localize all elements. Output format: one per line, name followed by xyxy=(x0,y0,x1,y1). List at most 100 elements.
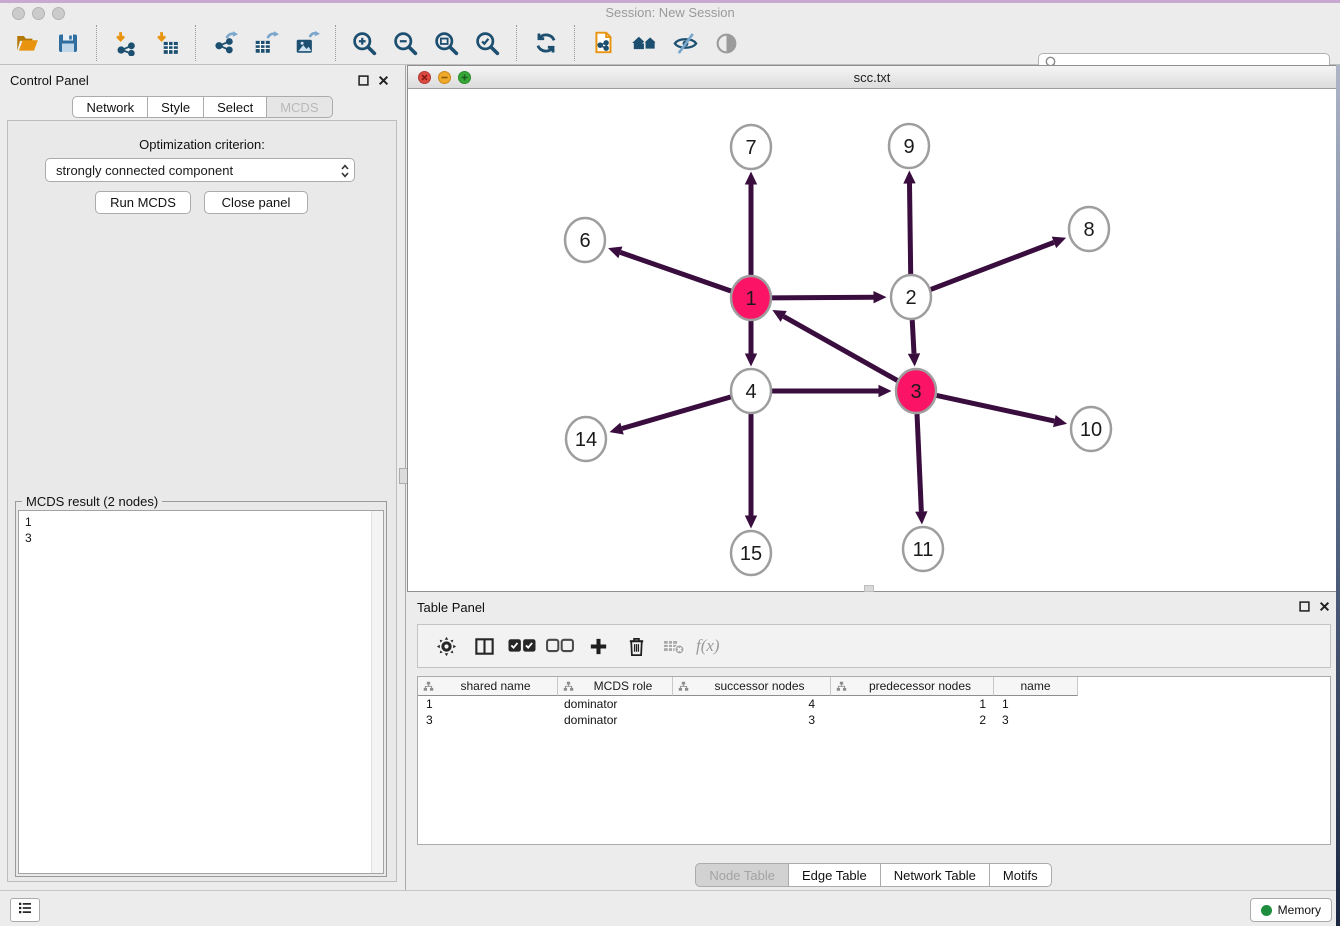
edge-3-1[interactable] xyxy=(772,310,898,381)
export-network-icon[interactable] xyxy=(206,24,243,62)
export-image-icon[interactable] xyxy=(288,24,325,62)
criterion-dropdown[interactable]: strongly connected component xyxy=(45,158,355,182)
edge-1-7[interactable] xyxy=(745,172,757,278)
main-toolbar xyxy=(0,22,1340,65)
graph-node-14[interactable]: 14 xyxy=(566,417,606,461)
close-panel-icon[interactable] xyxy=(377,74,389,86)
open-session-icon[interactable] xyxy=(8,24,45,62)
edge-2-3[interactable] xyxy=(908,317,920,366)
tab-mcds[interactable]: MCDS xyxy=(266,96,332,118)
zoom-out-icon[interactable] xyxy=(387,24,424,62)
hide-graphics-details-icon[interactable] xyxy=(667,24,704,62)
result-scrollbar[interactable] xyxy=(371,511,383,873)
table-cell[interactable]: 1 xyxy=(418,697,558,711)
graph-node-9[interactable]: 9 xyxy=(889,124,929,168)
edge-1-2[interactable] xyxy=(771,291,886,303)
deselect-all-columns-icon[interactable] xyxy=(542,628,578,664)
select-all-columns-icon[interactable] xyxy=(504,628,540,664)
column-header-shared-name[interactable]: shared name xyxy=(418,677,558,696)
table-cell[interactable]: 1 xyxy=(994,697,1078,711)
node-table[interactable]: shared nameMCDS role successor nodes prede… xyxy=(417,676,1331,845)
edge-2-8[interactable] xyxy=(930,237,1066,290)
network-window-titlebar[interactable]: scc.txt xyxy=(408,66,1336,89)
delete-column-icon[interactable] xyxy=(618,628,654,664)
graph-node-6[interactable]: 6 xyxy=(565,218,605,262)
edge-3-11[interactable] xyxy=(915,411,927,524)
import-network-icon[interactable] xyxy=(107,24,144,62)
duplicate-network-icon[interactable] xyxy=(585,24,622,62)
edge-1-6[interactable] xyxy=(608,247,732,292)
column-label: predecessor nodes xyxy=(847,679,993,693)
splitter-handle[interactable] xyxy=(864,585,874,592)
toolbar-separator xyxy=(195,25,196,61)
zoom-selected-icon[interactable] xyxy=(469,24,506,62)
column-header-name[interactable]: name xyxy=(994,677,1078,696)
home-icon[interactable] xyxy=(626,24,663,62)
edge-4-3[interactable] xyxy=(772,385,892,397)
edge-1-4[interactable] xyxy=(745,319,757,367)
graph-node-11[interactable]: 11 xyxy=(903,527,943,571)
close-table-panel-icon[interactable] xyxy=(1318,600,1330,612)
column-header-mcds-role[interactable]: MCDS role xyxy=(558,677,673,696)
control-panel-title: Control Panel xyxy=(10,73,89,88)
table-cell[interactable]: 3 xyxy=(994,713,1078,727)
graph-node-1[interactable]: 1 xyxy=(731,276,771,320)
edge-3-10[interactable] xyxy=(936,395,1067,427)
mcds-result-lines: 1 3 xyxy=(19,511,383,546)
column-label: successor nodes xyxy=(689,679,830,693)
node-label: 15 xyxy=(740,543,762,565)
graph-node-7[interactable]: 7 xyxy=(731,125,771,169)
network-graph[interactable]: 7 9 6 8 1 2 4 3 14 10 15 11 xyxy=(408,89,1336,592)
edge-2-9[interactable] xyxy=(903,170,915,276)
zoom-in-icon[interactable] xyxy=(346,24,383,62)
table-cell[interactable]: 3 xyxy=(673,713,831,727)
task-history-button[interactable] xyxy=(10,898,40,922)
tab-network-table[interactable]: Network Table xyxy=(880,863,990,887)
import-table-icon[interactable] xyxy=(148,24,185,62)
graph-node-4[interactable]: 4 xyxy=(731,369,771,413)
zoom-fit-icon[interactable] xyxy=(428,24,465,62)
network-canvas[interactable]: 7 9 6 8 1 2 4 3 14 10 15 11 xyxy=(408,89,1336,591)
table-row[interactable]: 3dominator323 xyxy=(418,712,1330,728)
add-column-icon[interactable] xyxy=(580,628,616,664)
refresh-icon[interactable] xyxy=(527,24,564,62)
node-label: 4 xyxy=(745,381,756,403)
table-cell[interactable]: 2 xyxy=(831,713,994,727)
tab-node-table[interactable]: Node Table xyxy=(695,863,789,887)
control-panel: Control Panel NetworkStyleSelectMCDS Opt… xyxy=(0,65,406,890)
close-panel-button[interactable]: Close panel xyxy=(204,191,308,214)
table-cell[interactable]: dominator xyxy=(558,713,673,727)
tab-network[interactable]: Network xyxy=(72,96,148,118)
gear-icon[interactable] xyxy=(428,628,464,664)
export-table-icon[interactable] xyxy=(247,24,284,62)
save-session-icon[interactable] xyxy=(49,24,86,62)
split-columns-icon[interactable] xyxy=(466,628,502,664)
chevron-up-down-icon xyxy=(340,163,350,182)
column-header-successor-nodes[interactable]: successor nodes xyxy=(673,677,831,696)
graph-node-15[interactable]: 15 xyxy=(731,531,771,575)
table-cell[interactable]: 1 xyxy=(831,697,994,711)
tab-edge-table[interactable]: Edge Table xyxy=(788,863,881,887)
window-title: Session: New Session xyxy=(0,5,1340,20)
table-cell[interactable]: dominator xyxy=(558,697,673,711)
column-header-predecessor-nodes[interactable]: predecessor nodes xyxy=(831,677,994,696)
run-mcds-button[interactable]: Run MCDS xyxy=(95,191,191,214)
table-row[interactable]: 1dominator411 xyxy=(418,696,1330,712)
mcds-result-text[interactable]: 1 3 xyxy=(18,510,384,874)
graph-node-3[interactable]: 3 xyxy=(896,369,936,413)
edge-4-15[interactable] xyxy=(745,412,757,529)
graph-node-10[interactable]: 10 xyxy=(1071,407,1111,451)
float-table-panel-icon[interactable] xyxy=(1298,600,1310,612)
memory-button[interactable]: Memory xyxy=(1250,898,1332,922)
tab-select[interactable]: Select xyxy=(203,96,267,118)
tree-icon xyxy=(678,681,689,692)
graph-node-8[interactable]: 8 xyxy=(1069,207,1109,251)
control-panel-tabs: NetworkStyleSelectMCDS xyxy=(0,96,405,118)
edge-4-14[interactable] xyxy=(610,397,732,435)
graph-node-2[interactable]: 2 xyxy=(891,275,931,319)
float-panel-icon[interactable] xyxy=(357,74,369,86)
tab-style[interactable]: Style xyxy=(147,96,204,118)
tab-motifs[interactable]: Motifs xyxy=(989,863,1052,887)
table-cell[interactable]: 3 xyxy=(418,713,558,727)
table-cell[interactable]: 4 xyxy=(673,697,831,711)
